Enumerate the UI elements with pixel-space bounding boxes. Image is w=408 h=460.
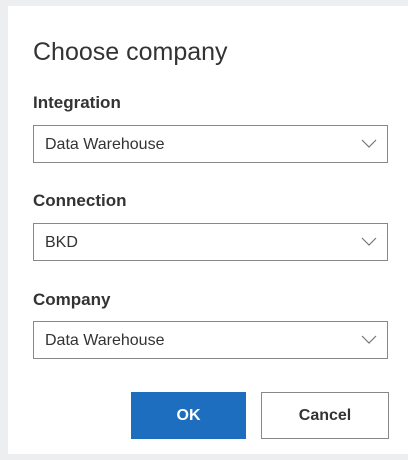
dialog-title: Choose company — [33, 38, 228, 66]
chevron-down-icon — [361, 237, 377, 246]
integration-label: Integration — [33, 93, 121, 112]
integration-select-value: Data Warehouse — [45, 136, 165, 153]
company-label: Company — [33, 290, 111, 309]
chevron-down-icon — [361, 139, 377, 148]
ok-button[interactable]: OK — [131, 392, 246, 439]
connection-label: Connection — [33, 191, 127, 210]
cancel-button[interactable]: Cancel — [261, 392, 389, 439]
chevron-down-icon — [361, 335, 377, 344]
integration-select[interactable]: Data Warehouse — [33, 125, 388, 163]
connection-select[interactable]: BKD — [33, 223, 388, 261]
choose-company-dialog: Choose company Integration Data Warehous… — [8, 6, 408, 454]
connection-select-value: BKD — [45, 234, 78, 251]
company-select-value: Data Warehouse — [45, 332, 165, 349]
company-select[interactable]: Data Warehouse — [33, 321, 388, 359]
